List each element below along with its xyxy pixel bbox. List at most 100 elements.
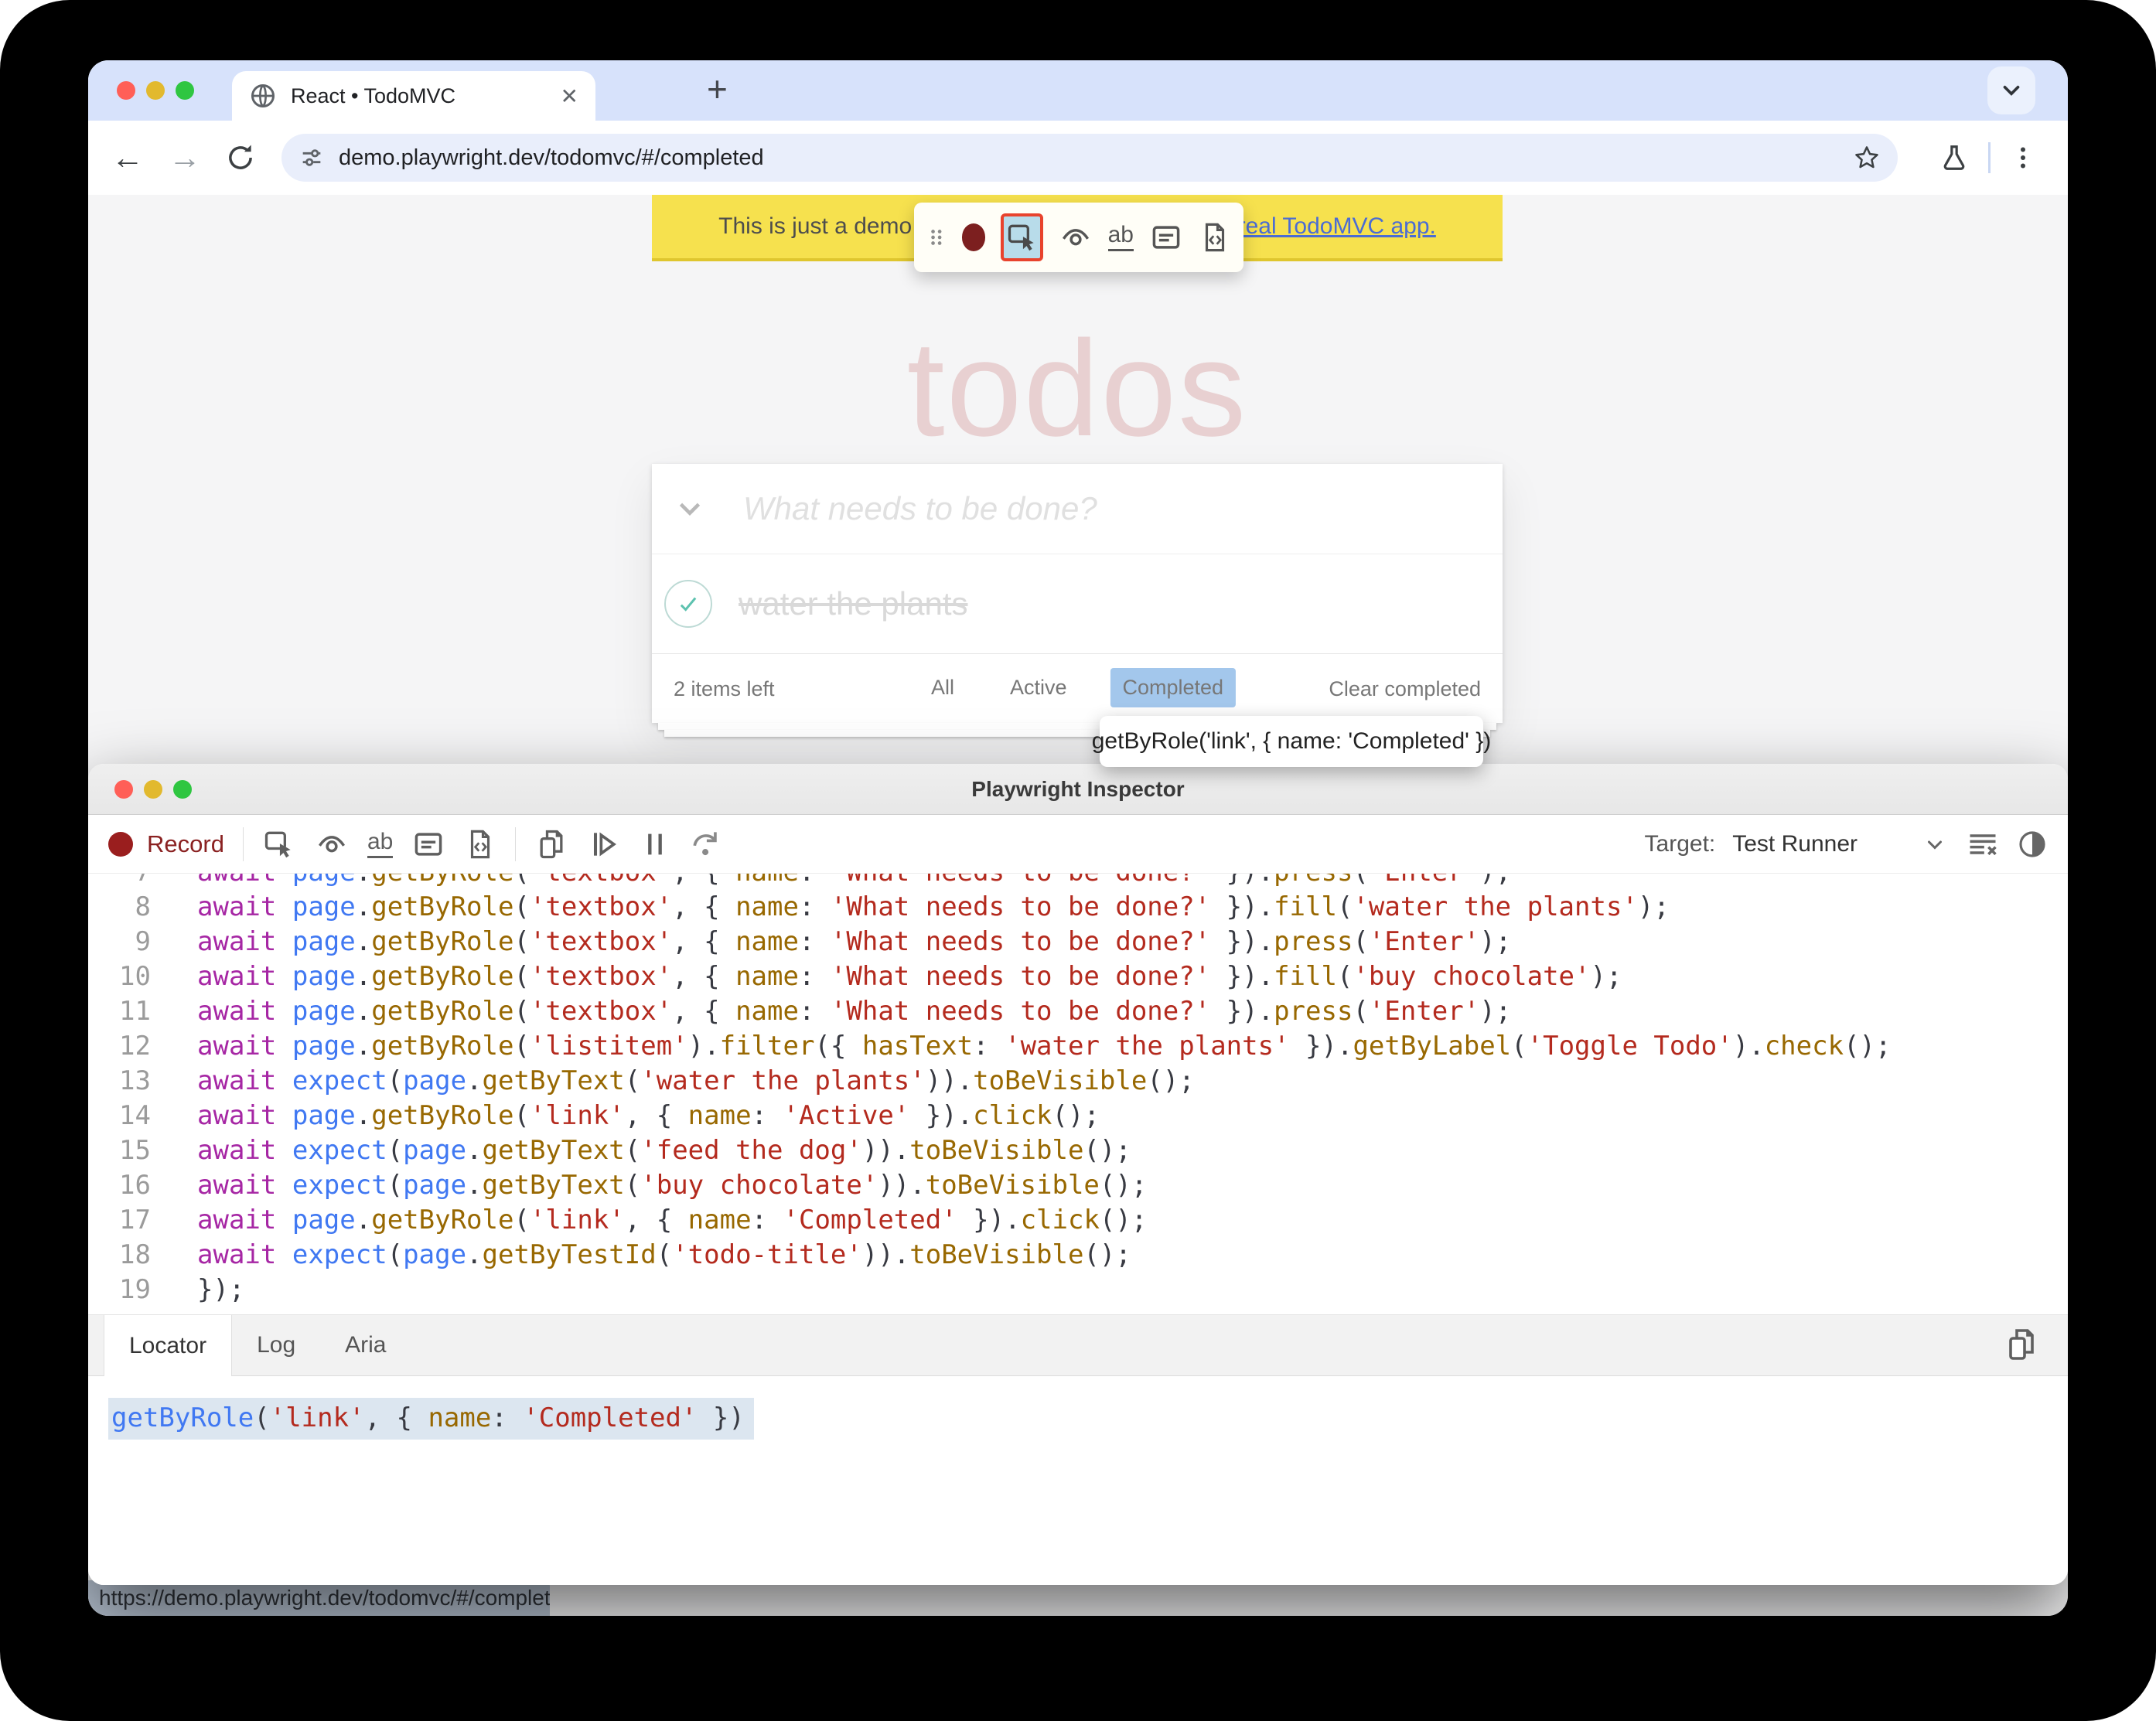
clear-log-icon[interactable] <box>1966 827 2000 861</box>
filter-completed[interactable]: Completed <box>1110 668 1237 707</box>
forward-button[interactable]: → <box>169 121 201 195</box>
code-token: ( <box>1353 926 1369 957</box>
code-token: ( <box>387 1170 404 1201</box>
tune-icon[interactable] <box>298 145 325 171</box>
code-token: 'What needs to be done?' <box>831 874 1210 888</box>
line-number: 12 <box>119 1031 151 1062</box>
line-number: 9 <box>135 926 151 957</box>
zoom-window-button[interactable] <box>176 81 194 100</box>
code-token: fill <box>1274 961 1337 992</box>
tab-title: React • TodoMVC <box>291 83 456 107</box>
code-token: await <box>197 1205 277 1235</box>
code-token: name <box>735 961 799 992</box>
browser-tab[interactable]: React • TodoMVC ✕ <box>232 71 595 121</box>
assert-value-button[interactable] <box>1149 220 1183 254</box>
resume-button[interactable] <box>587 827 621 861</box>
code-token: )). <box>925 1065 974 1096</box>
code-token: )). <box>861 1135 910 1166</box>
filter-active[interactable]: Active <box>998 668 1080 707</box>
back-button[interactable]: ← <box>111 121 144 195</box>
zoom-window-button[interactable] <box>173 780 192 799</box>
code-token: ); <box>1479 926 1512 957</box>
filter-all[interactable]: All <box>919 668 967 707</box>
close-tab-icon[interactable]: ✕ <box>561 83 578 109</box>
copy-button[interactable] <box>534 827 568 861</box>
tab-aria[interactable]: Aria <box>320 1315 411 1375</box>
clear-completed-button[interactable]: Clear completed <box>1329 677 1481 701</box>
assert-visibility-button[interactable] <box>315 827 349 861</box>
close-window-button[interactable] <box>117 81 135 100</box>
assert-snapshot-icon <box>1205 223 1225 252</box>
assert-value-button[interactable] <box>411 827 445 861</box>
pause-button[interactable] <box>640 829 670 860</box>
code-token: 'textbox' <box>529 961 673 992</box>
code-token: 'textbox' <box>530 874 672 888</box>
target-selector: Target: Test Runner <box>1645 827 2048 861</box>
code-token: getByRole <box>371 996 514 1027</box>
tab-log[interactable]: Log <box>232 1315 320 1375</box>
code-token: getByRole <box>371 891 514 922</box>
code-token: ); <box>1590 961 1622 992</box>
copy-locator-button[interactable] <box>2003 1326 2040 1369</box>
code-token: getByTestId <box>482 1239 657 1270</box>
close-window-button[interactable] <box>114 780 133 799</box>
new-todo-input[interactable]: What needs to be done? <box>743 490 1097 527</box>
todomvc-link[interactable]: real TodoMVC app. <box>1238 213 1436 240</box>
record-button[interactable]: Record <box>147 830 224 858</box>
locator-value[interactable]: getByRole('link', { name: 'Completed' }) <box>108 1398 754 1440</box>
code-lines: 7await page.getByRole('textbox', { name:… <box>88 874 2068 1307</box>
pick-locator-button-active[interactable] <box>1001 213 1043 261</box>
contrast-toggle-icon[interactable] <box>2017 829 2048 860</box>
experiments-button[interactable] <box>1939 121 1969 195</box>
minimize-window-button[interactable] <box>144 780 162 799</box>
code-token: (); <box>1083 1239 1131 1270</box>
assert-snapshot-button[interactable] <box>1199 221 1231 254</box>
tab-search-button[interactable] <box>1987 66 2035 114</box>
code-token: ( <box>513 961 530 992</box>
code-token: ( <box>513 926 530 957</box>
target-value[interactable]: Test Runner <box>1732 831 1858 857</box>
divider <box>515 826 517 861</box>
assert-text-button[interactable]: ab <box>367 830 394 858</box>
assert-text-button[interactable]: ab <box>1107 223 1134 251</box>
code-token: expect <box>292 1135 387 1166</box>
code-token: 'Enter' <box>1368 926 1480 957</box>
assert-snapshot-button[interactable] <box>464 828 496 860</box>
browser-menu-button[interactable] <box>2009 121 2037 195</box>
todo-item-label[interactable]: water the plants <box>739 585 968 622</box>
record-dot-icon[interactable] <box>961 223 986 251</box>
code-token: 'textbox' <box>529 926 673 957</box>
record-dot-icon[interactable] <box>108 831 133 857</box>
address-bar[interactable]: demo.playwright.dev/todomvc/#/completed <box>281 134 1898 182</box>
assert-text-icon: ab <box>1107 223 1134 251</box>
toggle-all-icon[interactable] <box>672 491 708 527</box>
code-token: (); <box>1844 1031 1892 1062</box>
code-token: hasText <box>861 1031 974 1062</box>
assert-snapshot-icon <box>471 830 490 858</box>
tab-locator[interactable]: Locator <box>104 1315 233 1376</box>
code-token: 'link' <box>529 1100 625 1131</box>
chevron-down-icon[interactable] <box>1921 830 1949 858</box>
inspector-title: Playwright Inspector <box>971 776 1185 801</box>
drag-grip-icon[interactable] <box>926 223 947 252</box>
code-token: 'Active' <box>783 1100 910 1131</box>
code-token: }). <box>1210 926 1274 957</box>
code-line: 18 await expect(page.getByTestId('todo-ti… <box>88 1238 2068 1273</box>
assert-visibility-button[interactable] <box>1059 220 1093 254</box>
code-token: ( <box>1336 891 1353 922</box>
code-token: await <box>197 891 277 922</box>
code-token: . <box>355 1031 372 1062</box>
reload-button[interactable] <box>224 121 257 195</box>
toolbar-divider <box>1988 121 1991 195</box>
step-over-button[interactable] <box>689 827 723 861</box>
star-icon[interactable] <box>1853 144 1881 172</box>
pick-locator-button[interactable] <box>262 827 296 861</box>
code-token: ( <box>1511 1031 1527 1062</box>
todo-toggle-checkbox[interactable] <box>664 580 712 628</box>
code-token: , { <box>624 1100 688 1131</box>
minimize-window-button[interactable] <box>146 81 165 100</box>
new-tab-button[interactable]: + <box>707 68 728 110</box>
code-token: click <box>1020 1205 1100 1235</box>
recorded-script[interactable]: 7await page.getByRole('textbox', { name:… <box>88 874 2068 1314</box>
